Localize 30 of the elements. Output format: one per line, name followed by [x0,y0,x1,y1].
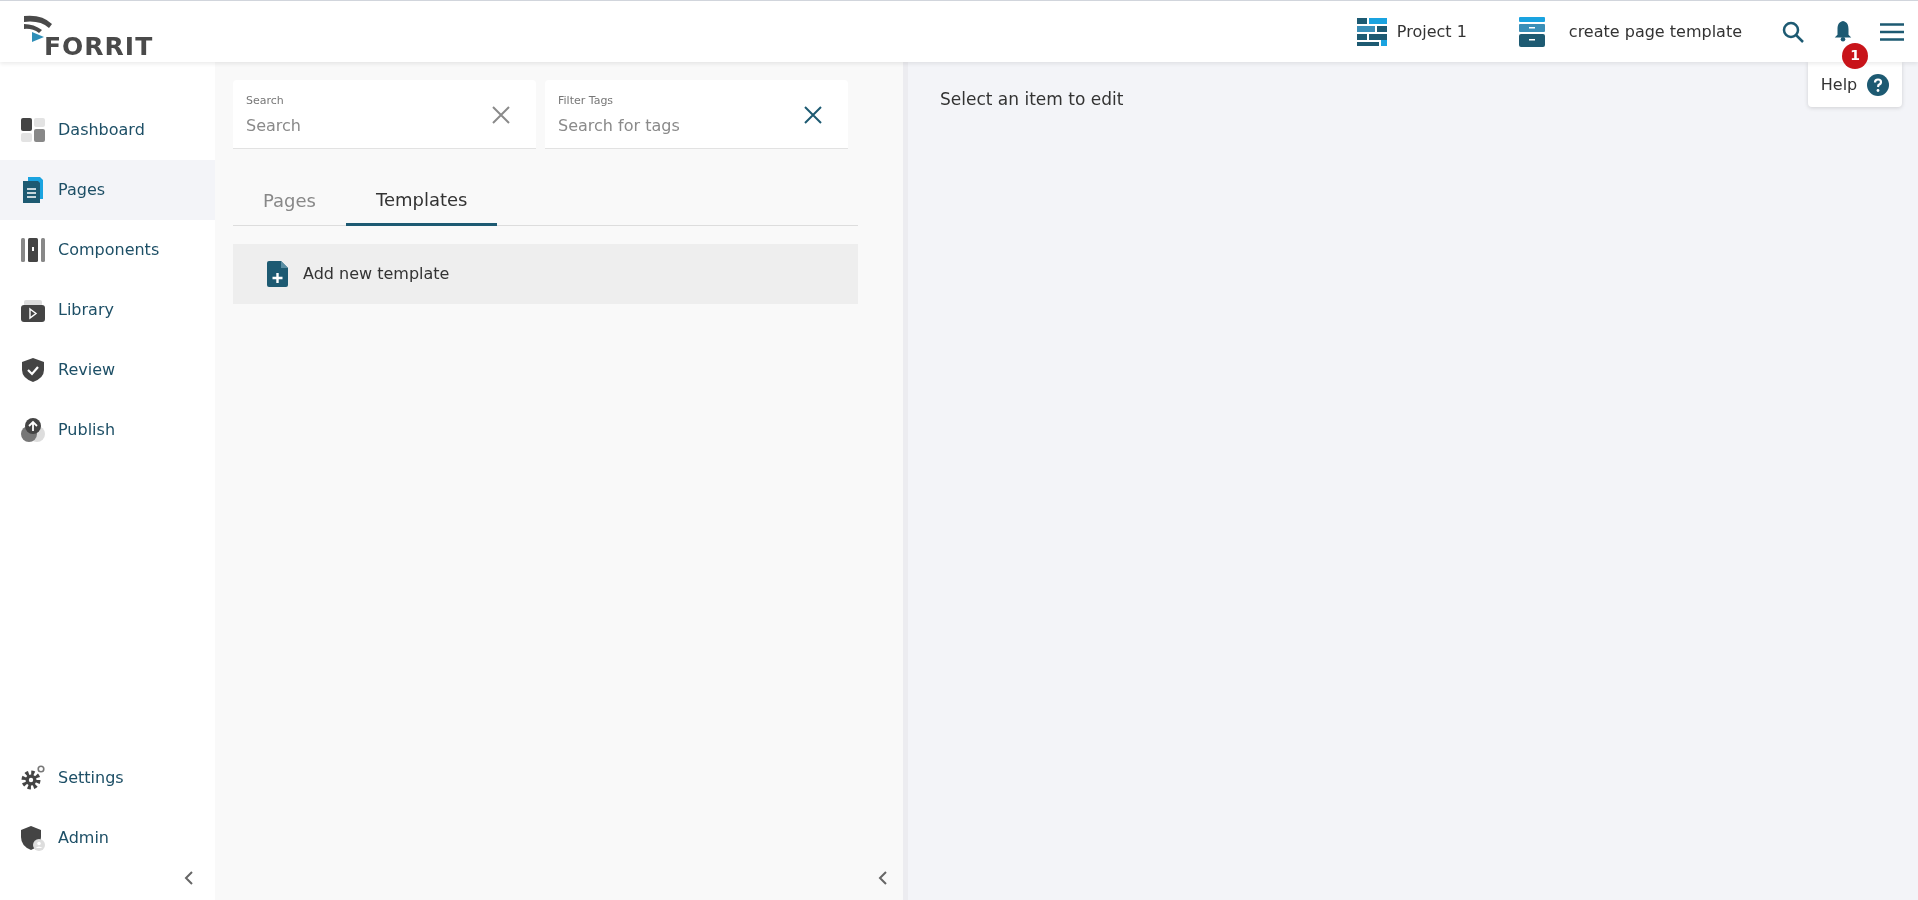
collapse-chevron-icon[interactable] [878,870,888,886]
shield-check-icon [20,357,46,383]
shield-user-icon [20,825,46,851]
tab[interactable]: Templates [345,175,498,226]
help-label: Help [1820,73,1858,96]
search-icon[interactable] [1782,20,1804,43]
logo-text: FORRIT [44,33,154,59]
add-template-item[interactable]: Add new template [233,244,858,304]
columns-icon [20,237,46,263]
notification-badge: 1 [1842,42,1868,69]
help-icon [1867,73,1890,96]
clear-icon[interactable] [804,106,822,124]
blocks-icon [1356,17,1387,46]
help-popover[interactable]: Help [1808,62,1902,107]
upload-circles-icon [20,417,46,443]
drawers-icon [1518,16,1545,47]
dashboard-icon [20,117,46,143]
collapse-chevron-icon[interactable] [184,870,194,886]
project-name[interactable]: Project 1 [1396,19,1467,44]
play-folder-icon [20,297,46,323]
add-file-icon [267,261,289,287]
field-label: Search [246,93,284,109]
document-icon [20,177,46,203]
context-title: create page template [1568,20,1742,43]
sidebar-item[interactable]: Pages [0,160,215,220]
gears-icon [20,765,46,791]
clear-icon[interactable] [492,106,510,124]
field-label: Filter Tags [558,93,614,109]
empty-message: Select an item to edit [940,88,1125,111]
menu-icon[interactable] [1880,22,1904,41]
